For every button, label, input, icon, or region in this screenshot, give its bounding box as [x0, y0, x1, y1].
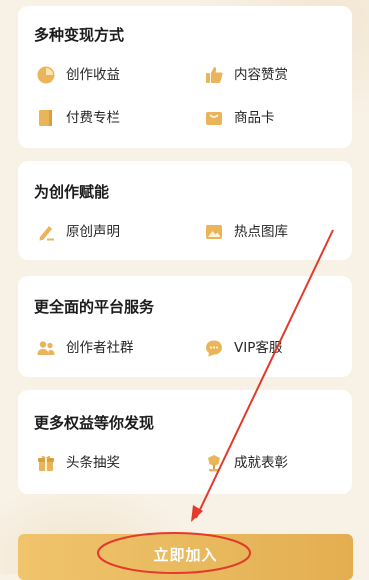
gift-icon [38, 455, 54, 471]
feature-label: 创作收益 [66, 67, 120, 83]
join-now-label: 立即加入 [153, 547, 218, 564]
feature-lottery[interactable]: 头条抽奖 [36, 452, 120, 474]
feature-label: 头条抽奖 [66, 455, 120, 471]
feature-creation-income[interactable]: 创作收益 [36, 64, 120, 86]
join-now-button[interactable]: 立即加入 [18, 534, 353, 580]
feature-label: 原创声明 [66, 224, 120, 240]
image-icon [206, 225, 222, 239]
people-icon [37, 341, 55, 355]
feature-vip-support[interactable]: VIP客服 [204, 337, 282, 359]
shop-card-icon [206, 112, 222, 125]
feature-label: 热点图库 [234, 224, 288, 240]
feature-original-claim[interactable]: 原创声明 [36, 221, 120, 243]
book-icon [39, 110, 52, 126]
feature-label: 创作者社群 [66, 340, 134, 356]
feature-creator-community[interactable]: 创作者社群 [36, 337, 134, 359]
section-title: 为创作赋能 [34, 183, 110, 201]
feature-label: 成就表彰 [234, 455, 288, 471]
feature-label: 付费专栏 [66, 110, 120, 126]
feature-label: 商品卡 [234, 110, 275, 126]
feature-label: 内容赞赏 [234, 67, 288, 83]
section-monetization: 多种变现方式 创作收益 内容赞赏 付费专栏 商品卡 [18, 6, 352, 148]
feature-product-card[interactable]: 商品卡 [204, 107, 275, 129]
feature-trending-gallery[interactable]: 热点图库 [204, 221, 288, 243]
pen-icon [39, 226, 54, 241]
section-more-benefits: 更多权益等你发现 头条抽奖 成就表彰 [18, 390, 352, 494]
section-title: 多种变现方式 [34, 26, 125, 44]
feature-paid-column[interactable]: 付费专栏 [36, 107, 120, 129]
section-empower: 为创作赋能 原创声明 热点图库 [18, 161, 352, 260]
feature-content-tips[interactable]: 内容赞赏 [204, 64, 288, 86]
pie-chart-icon [37, 66, 55, 84]
section-title: 更多权益等你发现 [34, 414, 155, 432]
thumbs-up-icon [206, 67, 223, 83]
chat-bubble-icon [206, 340, 222, 357]
section-platform-services: 更全面的平台服务 创作者社群 VIP客服 [18, 276, 352, 377]
feature-achievements[interactable]: 成就表彰 [204, 452, 288, 474]
feature-label: VIP客服 [234, 340, 283, 356]
section-title: 更全面的平台服务 [34, 298, 155, 316]
trophy-icon [208, 455, 220, 472]
